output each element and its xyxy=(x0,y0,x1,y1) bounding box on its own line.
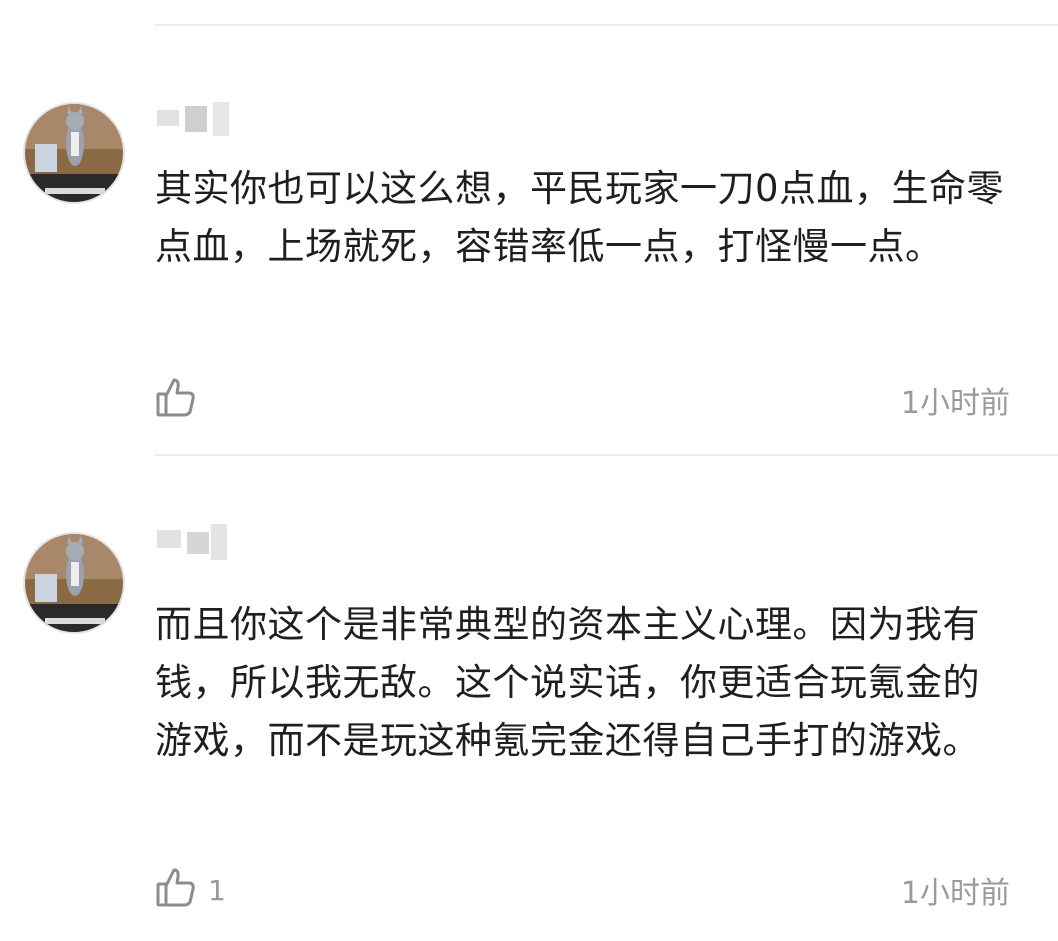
timestamp: 1小时前 xyxy=(900,876,1010,911)
like-count: 1 xyxy=(208,873,226,907)
avatar[interactable] xyxy=(23,102,125,204)
like-button[interactable] xyxy=(152,376,208,424)
comment-text: 而且你这个是非常典型的资本主义心理。因为我有钱，所以我无敌。这个说实话，你更适合… xyxy=(155,603,980,762)
divider xyxy=(155,24,1058,26)
thumbs-up-icon xyxy=(152,375,198,425)
like-button[interactable]: 1 xyxy=(152,866,226,914)
divider xyxy=(155,454,1058,456)
username[interactable] xyxy=(155,100,235,136)
username[interactable] xyxy=(155,522,235,560)
comment-text: 其实你也可以这么想，平民玩家一刀0点血，生命零点血，上场就死，容错率低一点，打怪… xyxy=(155,167,1005,268)
avatar[interactable] xyxy=(23,532,125,634)
timestamp: 1小时前 xyxy=(900,386,1010,421)
thumbs-up-icon xyxy=(152,865,198,915)
